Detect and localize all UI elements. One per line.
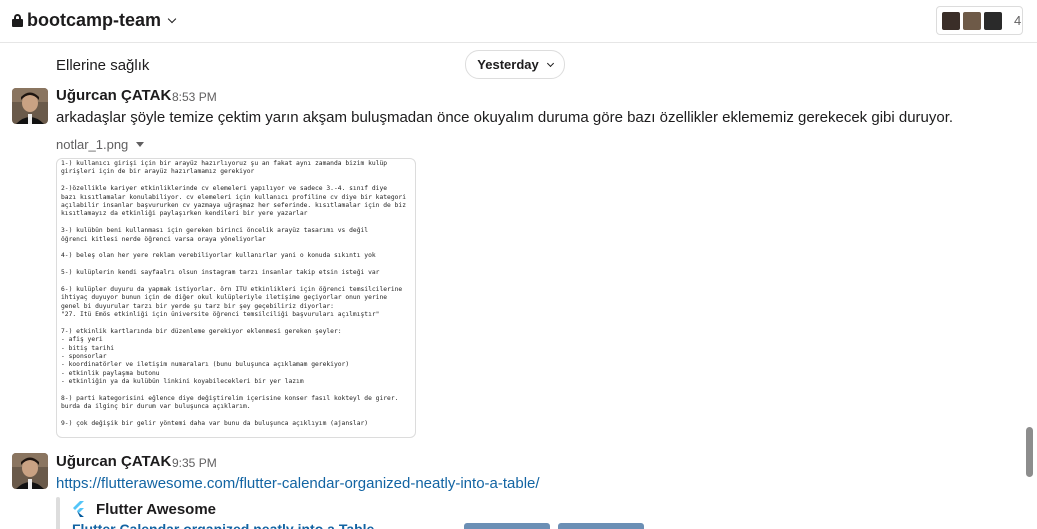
note-line: girişleri için de bir arayüz hazırlamamı… [61, 168, 255, 176]
note-line [61, 412, 411, 420]
unfurl-thumbnail[interactable] [558, 523, 644, 529]
note-line: "27. İtü Emös etkinliği için üniversite … [61, 311, 380, 319]
date-divider-button[interactable]: Yesterday [465, 50, 565, 79]
message-link[interactable]: https://flutterawesome.com/flutter-calen… [56, 475, 540, 492]
note-line [61, 277, 411, 285]
message-sender[interactable]: Uğurcan ÇATAK [56, 453, 171, 470]
note-line: 8-) parti kategorisini eğlence diye deği… [61, 394, 399, 402]
channel-name-button[interactable]: bootcamp-team [12, 10, 177, 31]
file-name: notlar_1.png [56, 137, 129, 152]
note-line: - sponsorlar [61, 352, 107, 360]
caret-down-icon [136, 142, 145, 147]
note-line: 6-) kulüpler duyuru da yapmak istiyorlar… [61, 285, 403, 293]
note-line: 1-) kullanıcı girişi için bir arayüz haz… [61, 160, 388, 167]
note-line: 5-) kulüplerin kendi sayfaalrı olsun ins… [61, 269, 380, 277]
unfurl-thumbnail[interactable] [464, 523, 550, 529]
note-line [61, 177, 411, 185]
channel-header: bootcamp-team 4 [0, 0, 1037, 43]
members-button[interactable]: 4 [936, 6, 1023, 35]
member-avatar [941, 10, 961, 31]
message-text: arkadaşlar şöyle temize çektim yarın akş… [56, 109, 954, 126]
note-line [61, 319, 411, 327]
note-line: - etkinlik paylaşma butonu [61, 369, 160, 377]
note-line: açılabilir insanlar başvururken cv yazma… [61, 201, 406, 209]
note-line: 7-) etkinlik kartlarında bir düzenleme g… [61, 327, 342, 335]
unfurl-title-link[interactable]: Flutter Calendar organized neatly into a… [72, 521, 374, 529]
member-count: 4 [1014, 13, 1022, 28]
channel-name: bootcamp-team [27, 10, 162, 30]
note-line: ihtiyaç duyuyor bunun için de diğer okul… [61, 294, 388, 302]
note-line: genel bi duyurular tarzı bir yerde şu ta… [61, 302, 334, 310]
chevron-down-icon [167, 14, 177, 23]
avatar[interactable] [12, 88, 48, 124]
avatar[interactable] [12, 453, 48, 489]
date-divider-label: Yesterday [477, 57, 539, 72]
note-line [61, 387, 411, 395]
flutter-icon [73, 501, 84, 517]
previous-message-text: Ellerine sağlık [56, 57, 150, 74]
note-line: bazı kısıtlamalar konulabiliyor. cv elem… [61, 193, 406, 201]
member-avatar [983, 10, 1003, 31]
note-line [61, 219, 411, 227]
note-line: kısıtlamayız da etkinliği paylaşırken ke… [61, 210, 308, 218]
file-name-toggle[interactable]: notlar_1.png [56, 137, 145, 152]
image-attachment[interactable]: 1-) kullanıcı girişi için bir arayüz haz… [56, 158, 416, 438]
note-line: - bitiş tarihi [61, 344, 115, 352]
note-line: - etkinliğin ya da kulübün linkini koyab… [61, 378, 304, 386]
note-line [61, 261, 411, 269]
message-sender[interactable]: Uğurcan ÇATAK [56, 87, 171, 104]
scrollbar-thumb[interactable] [1026, 427, 1033, 477]
message-timestamp[interactable]: 8:53 PM [172, 90, 217, 104]
member-avatar [962, 10, 982, 31]
note-line: 3-) kulübün beni kullanması için gereken… [61, 227, 369, 235]
note-line [61, 244, 411, 252]
note-line: - koordinatörler ve iletişim numaraları … [61, 361, 350, 369]
unfurl-divider [56, 497, 60, 529]
unfurl-site-name: Flutter Awesome [96, 501, 217, 518]
note-line: 2-)özellikle kariyer etkinliklerinde cv … [61, 185, 388, 193]
message-timestamp[interactable]: 9:35 PM [172, 456, 217, 470]
note-line: öğrenci kitlesi nerde öğrenci varsa oray… [61, 235, 266, 243]
lock-icon [12, 14, 23, 27]
note-line: burda da ilginç bir durum var buluşunca … [61, 403, 251, 411]
note-line: 4-) beleş olan her yere reklam verebiliy… [61, 252, 376, 260]
chevron-down-icon [546, 59, 554, 67]
note-line: 9-) çok değişik bir gelir yöntemi daha v… [61, 420, 369, 428]
note-line: - afiş yeri [61, 336, 103, 344]
